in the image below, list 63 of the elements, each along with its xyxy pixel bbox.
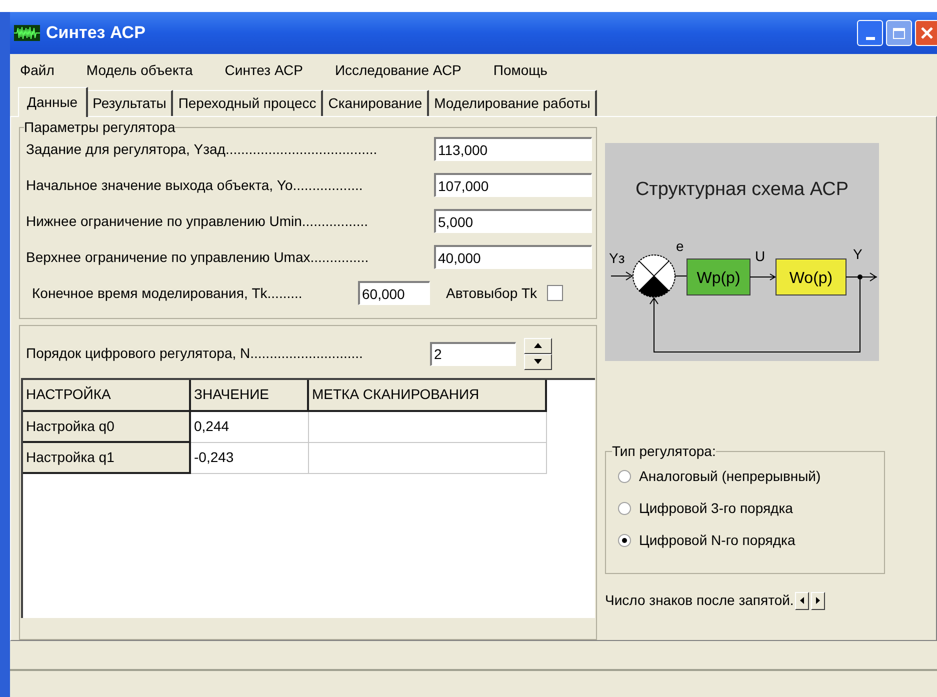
up-arrow-icon: [534, 343, 542, 348]
checkbox-label: Автовыбор Tk: [446, 284, 538, 303]
menu-item[interactable]: Модель объекта: [86, 60, 193, 80]
radio-button[interactable]: [618, 470, 631, 482]
number-field[interactable]: 2: [430, 342, 516, 366]
radio-option[interactable]: Аналоговый (непрерывный): [618, 466, 884, 486]
tab[interactable]: Данные: [18, 87, 88, 117]
signal-label: Yз: [609, 250, 625, 266]
waveform-icon: [14, 25, 40, 41]
field-label: Задание для регулятора, Yзад.......................................: [26, 140, 378, 159]
menu-item[interactable]: Синтез АСР: [224, 60, 303, 80]
close-button[interactable]: [915, 20, 937, 46]
radio-button[interactable]: [618, 534, 631, 546]
decimals-label: Число знаков после запятой.: [605, 591, 794, 610]
right-arrow-icon: [816, 597, 820, 604]
signal-arrow: [610, 272, 633, 280]
maximize-button[interactable]: [886, 20, 912, 46]
column-header: НАСТРОЙКА: [23, 380, 191, 412]
number-field[interactable]: 5,000: [434, 209, 592, 233]
tab[interactable]: Переходный процесс: [173, 90, 324, 116]
number-field[interactable]: 113,000: [434, 137, 592, 161]
menu-item[interactable]: Помощь: [493, 60, 548, 80]
number-field[interactable]: 40,000: [434, 245, 592, 269]
increase-button[interactable]: [810, 592, 825, 610]
tab[interactable]: Результаты: [88, 90, 174, 116]
menu-item[interactable]: Исследование АСР: [334, 60, 462, 80]
close-icon: [920, 26, 934, 40]
field-label: Начальное значение выхода объекта, Yo..................: [26, 176, 364, 195]
summing-junction-drawing: [632, 254, 676, 298]
spin-up-button[interactable]: [524, 338, 552, 354]
field-label: Верхнее ограничение по управлению Umax...............: [26, 248, 370, 267]
radio-button[interactable]: [618, 502, 631, 514]
menu-item[interactable]: Файл: [20, 60, 54, 80]
signal-label: e: [676, 238, 684, 254]
column-header: ЗНАЧЕНИЕ: [191, 380, 309, 412]
row-header: Настройка q1: [23, 442, 191, 474]
transfer-function-block: Wo(p): [776, 258, 846, 296]
radio-option[interactable]: Цифровой 3-го порядка: [618, 498, 884, 518]
transfer-function-block: Wp(p): [686, 258, 750, 296]
left-arrow-icon: [800, 597, 804, 604]
number-field[interactable]: 107,000: [434, 173, 592, 197]
table-cell: 0,244: [191, 412, 309, 443]
field-label: Порядок цифрового регулятора, N.............................: [26, 344, 364, 364]
tab[interactable]: Сканирование: [323, 90, 430, 116]
down-arrow-icon: [534, 359, 542, 364]
signal-label: Y: [853, 246, 862, 262]
tab[interactable]: Моделирование работы: [429, 90, 598, 116]
radio-option[interactable]: Цифровой N-го порядка: [618, 530, 884, 550]
minimize-button[interactable]: [857, 20, 883, 46]
field-label: Конечное время моделирования, Tk.........: [32, 284, 304, 303]
diagram-title: Структурная схема АСР: [635, 179, 849, 200]
field-label: Нижнее ограничение по управлению Umin.................: [26, 212, 370, 231]
number-field[interactable]: 60,000: [358, 281, 430, 305]
row-header: Настройка q0: [23, 412, 191, 443]
signal-arrow: [750, 274, 776, 280]
table-cell: -0,243: [191, 442, 309, 474]
window-title: Синтез АСР: [46, 22, 146, 44]
checkbox[interactable]: [547, 285, 564, 301]
decrease-button[interactable]: [794, 592, 809, 610]
spin-down-button[interactable]: [524, 354, 552, 370]
signal-label: U: [755, 248, 766, 264]
column-header: МЕТКА СКАНИРОВАНИЯ: [309, 380, 547, 412]
signal-arrow: [846, 272, 878, 282]
